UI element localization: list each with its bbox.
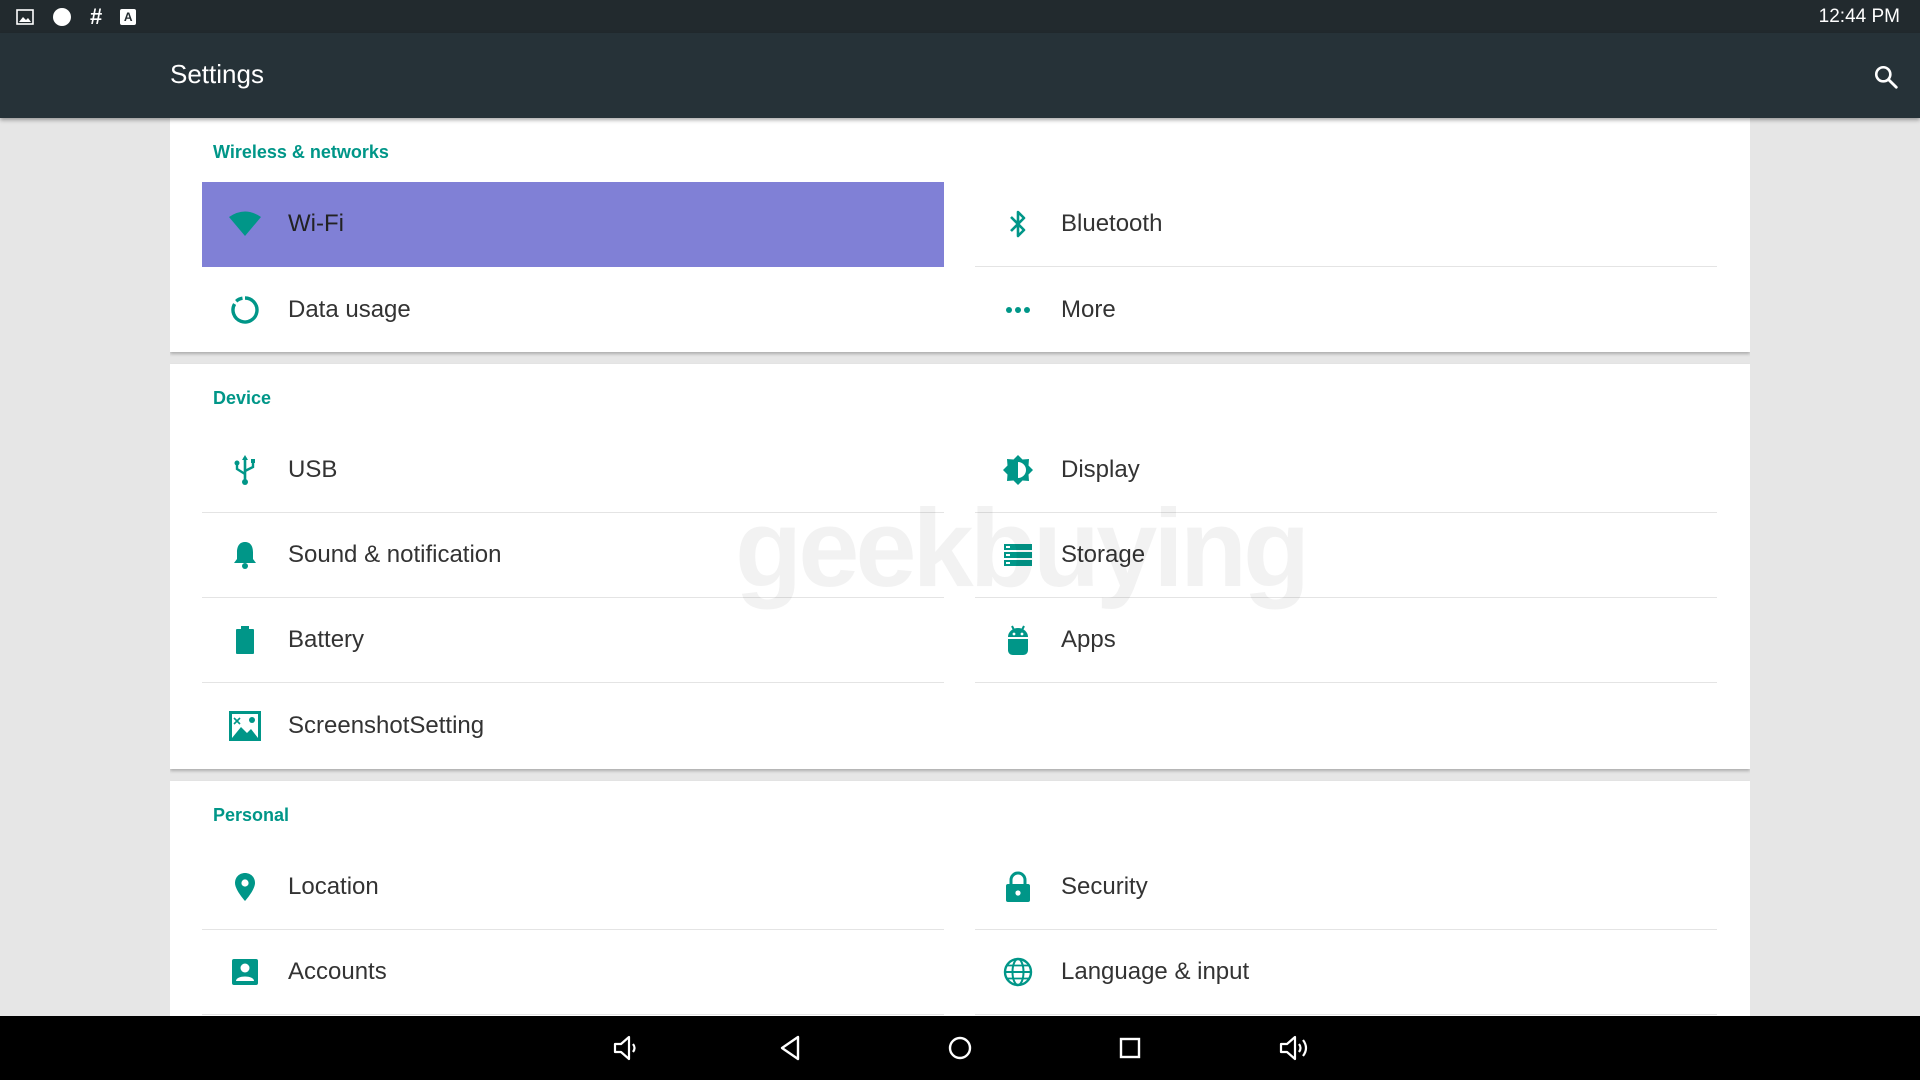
android-icon — [975, 598, 1061, 683]
settings-item-wifi[interactable]: Wi-Fi — [202, 182, 944, 267]
section-device: Device USB Display Sound & notification … — [170, 364, 1750, 769]
settings-item-label: Battery — [288, 626, 365, 653]
settings-list[interactable]: Wireless & networks Wi-Fi Bluetooth Data… — [170, 118, 1750, 1016]
bell-icon — [202, 513, 288, 598]
settings-item-more[interactable]: More — [975, 267, 1717, 352]
wifi-icon — [202, 182, 288, 267]
settings-item-display[interactable]: Display — [975, 428, 1717, 513]
settings-item-label: Storage — [1061, 541, 1146, 568]
section-personal: Personal Location Security Accounts Lang… — [170, 781, 1750, 1016]
volume-down-icon — [613, 1035, 636, 1061]
recents-icon — [1119, 1037, 1141, 1059]
storage-icon — [975, 513, 1061, 598]
settings-item-apps[interactable]: Apps — [975, 598, 1717, 683]
app-bar: Settings — [0, 33, 1920, 118]
settings-item-bluetooth[interactable]: Bluetooth — [975, 182, 1717, 267]
globe-icon — [975, 930, 1061, 1015]
usb-icon — [202, 428, 288, 513]
lock-icon — [975, 845, 1061, 930]
section-title: Device — [213, 388, 272, 408]
recents-button[interactable] — [1108, 1028, 1152, 1068]
settings-item-data-usage[interactable]: Data usage — [202, 267, 944, 352]
location-pin-icon — [202, 845, 288, 930]
settings-item-label: Security — [1061, 873, 1148, 900]
settings-item-label: USB — [288, 456, 338, 483]
home-icon — [948, 1036, 972, 1060]
settings-item-accounts[interactable]: Accounts — [202, 930, 944, 1015]
settings-item-label: Data usage — [288, 295, 411, 323]
settings-item-storage[interactable]: Storage — [975, 513, 1717, 598]
page-title: Settings — [170, 59, 264, 89]
back-icon — [780, 1035, 800, 1061]
settings-item-usb[interactable]: USB — [202, 428, 944, 513]
display-brightness-icon — [975, 428, 1061, 513]
font-notification-icon: A — [120, 8, 137, 25]
settings-item-sound-notification[interactable]: Sound & notification — [202, 513, 944, 598]
account-box-icon — [202, 930, 288, 1015]
section-title: Wireless & networks — [213, 142, 389, 162]
section-title: Personal — [213, 805, 290, 825]
section-wireless-networks: Wireless & networks Wi-Fi Bluetooth Data… — [170, 118, 1750, 352]
settings-item-location[interactable]: Location — [202, 845, 944, 930]
search-button[interactable] — [1868, 59, 1904, 95]
settings-item-label: Language & input — [1061, 958, 1250, 985]
settings-item-label: Accounts — [288, 958, 387, 985]
settings-item-label: Sound & notification — [288, 541, 502, 568]
settings-item-security[interactable]: Security — [975, 845, 1717, 930]
settings-item-label: Display — [1061, 456, 1140, 483]
settings-item-label: Wi-Fi — [288, 210, 344, 237]
hash-notification-icon: # — [90, 3, 103, 29]
more-icon — [975, 267, 1061, 352]
settings-item-language-input[interactable]: Language & input — [975, 930, 1717, 1015]
settings-item-label: ScreenshotSetting — [288, 711, 485, 739]
settings-item-label: Apps — [1061, 626, 1116, 653]
status-clock: 12:44 PM — [1818, 5, 1900, 27]
status-bar: # A 12:44 PM — [0, 0, 1920, 33]
settings-item-screenshot-setting[interactable]: ScreenshotSetting — [202, 683, 944, 768]
battery-icon — [202, 598, 288, 683]
status-notifications: # A — [16, 3, 137, 30]
search-icon — [1874, 65, 1898, 89]
navigation-bar — [0, 1016, 1920, 1080]
volume-down-button[interactable] — [604, 1028, 648, 1068]
image-notification-icon — [16, 8, 34, 26]
settings-item-battery[interactable]: Battery — [202, 598, 944, 683]
settings-item-label: Bluetooth — [1061, 210, 1163, 237]
back-button[interactable] — [769, 1028, 813, 1068]
home-button[interactable] — [938, 1028, 982, 1068]
data-usage-icon — [202, 267, 288, 352]
circle-notification-icon — [52, 7, 72, 27]
volume-up-button[interactable] — [1273, 1028, 1317, 1068]
bluetooth-icon — [975, 182, 1061, 267]
screenshot-icon — [202, 683, 288, 768]
volume-up-icon — [1279, 1035, 1308, 1061]
settings-item-label: More — [1061, 295, 1116, 323]
settings-item-label: Location — [288, 873, 379, 900]
